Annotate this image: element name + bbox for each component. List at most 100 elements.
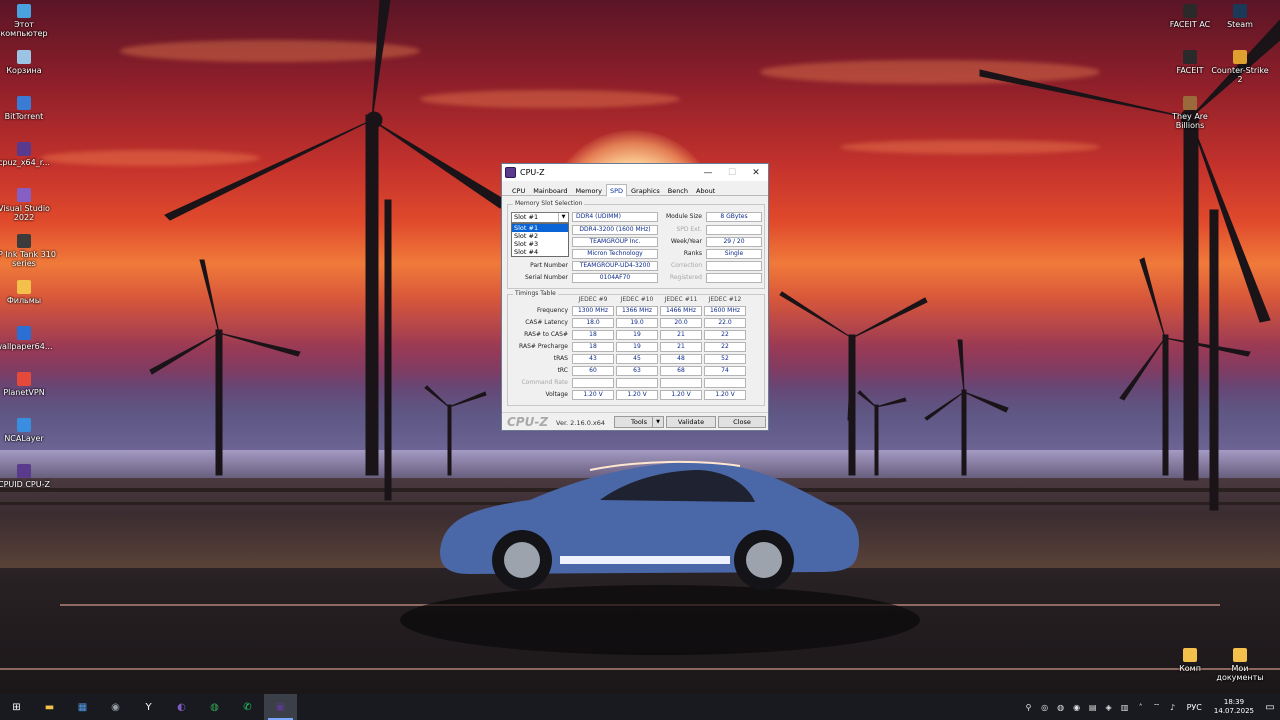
language-indicator[interactable]: РУС — [1187, 703, 1202, 712]
desktop-icon[interactable]: wallpaper64... — [0, 326, 52, 351]
chevron-up-icon[interactable]: ˄ — [1134, 700, 1148, 714]
desktop-icon-label: Counter-Strike 2 — [1211, 66, 1269, 84]
desktop-icon[interactable]: Мои документы — [1212, 648, 1268, 682]
close-window-button[interactable]: ✕ — [744, 164, 768, 181]
desktop-icon[interactable]: Visual Studio 2022 — [0, 188, 52, 222]
max-bandwidth-field: DDR4-3200 (1600 MHz) — [572, 225, 658, 235]
ncalayer-icon — [17, 418, 31, 432]
timing-cell: 48 — [660, 354, 702, 364]
timing-row-label: RAS# to CAS# — [524, 331, 568, 338]
whatsapp-icon: ✆ — [243, 701, 252, 713]
window-footer: CPU-Z Ver. 2.16.0.x64 Tools ▼ Validate C… — [502, 412, 768, 430]
timing-cell: 21 — [660, 342, 702, 352]
tools-button-label: Tools — [630, 418, 647, 426]
serial-number-field: 0104AF70 — [572, 273, 658, 283]
slot-option[interactable]: Slot #3 — [512, 240, 568, 248]
slot-option[interactable]: Slot #4 — [512, 248, 568, 256]
timing-row-label: Voltage — [545, 391, 568, 398]
speaker-icon[interactable]: ♪ — [1166, 700, 1180, 714]
tray-app-icon[interactable]: ▥ — [1118, 700, 1132, 714]
window-title: CPU-Z — [520, 168, 545, 177]
desktop-icon[interactable]: Counter-Strike 2 — [1211, 50, 1269, 84]
validate-button-label: Validate — [677, 418, 705, 426]
desktop-icon[interactable]: NCALayer — [0, 418, 52, 443]
desktop-icon[interactable]: Фильмы — [0, 280, 52, 305]
taskbar-yandex[interactable]: Y — [132, 694, 165, 720]
start-button[interactable]: ⊞ — [0, 694, 33, 720]
group-title: Memory Slot Selection — [513, 200, 585, 207]
clock[interactable]: 18:39 14.07.2025 — [1214, 698, 1254, 716]
tab-memory[interactable]: Memory — [572, 184, 606, 196]
tab-bench[interactable]: Bench — [664, 184, 692, 196]
tray-app-icon[interactable]: ▤ — [1086, 700, 1100, 714]
clock-date: 14.07.2025 — [1213, 707, 1254, 715]
tab-spd[interactable]: SPD — [605, 184, 628, 197]
notifications-icon[interactable]: ▭ — [1260, 694, 1280, 720]
timing-cell: 60 — [572, 366, 614, 376]
group-title: Timings Table — [513, 290, 558, 297]
week-year-field: 29 / 20 — [706, 237, 762, 247]
timing-cell: 1.20 V — [660, 390, 702, 400]
cpuz-window[interactable]: CPU-Z — ☐ ✕ CPU Mainboard Memory SPD Graphic… — [501, 163, 769, 431]
taskbar-app-disc[interactable]: ◉ — [99, 694, 132, 720]
timing-cell: 20.0 — [660, 318, 702, 328]
timing-cell: 1366 MHz — [616, 306, 658, 316]
taskbar-apps: ⊞ ▬ ▦ ◉ Y ◐ ◍ ✆ ▣ — [0, 694, 297, 720]
desktop-icon-label: Этот компьютер — [0, 20, 48, 38]
vpn-tray-icon[interactable]: ◎ — [1038, 700, 1052, 714]
folder-icon — [1183, 648, 1197, 662]
close-button[interactable]: Close — [718, 416, 766, 428]
timing-cell: 1300 MHz — [572, 306, 614, 316]
slot-dropdown-list[interactable]: Slot #1 Slot #2 Slot #3 Slot #4 — [511, 223, 569, 257]
timing-row-label: tRC — [557, 367, 568, 374]
timing-row-label: tRAS — [553, 355, 568, 362]
tab-mainboard[interactable]: Mainboard — [529, 184, 571, 196]
timing-cell: 74 — [704, 366, 746, 376]
timing-cell: 1.20 V — [704, 390, 746, 400]
timing-cell: 22.0 — [704, 318, 746, 328]
desktop-icon[interactable]: They Are Billions — [1162, 96, 1218, 130]
slot-option[interactable]: Slot #2 — [512, 232, 568, 240]
tray-app-icon[interactable]: ◍ — [1054, 700, 1068, 714]
taskbar-file-explorer[interactable]: ▬ — [33, 694, 66, 720]
network-icon[interactable]: ⌔ — [1150, 700, 1164, 714]
taskbar-chrome[interactable]: ◍ — [198, 694, 231, 720]
taskbar-whatsapp[interactable]: ✆ — [231, 694, 264, 720]
steam-tray-icon[interactable]: ◉ — [1070, 700, 1084, 714]
taskbar-cpuz[interactable]: ▣ — [264, 694, 297, 720]
tab-about[interactable]: About — [692, 184, 719, 196]
slot-select[interactable]: Slot #1 ▼ — [511, 212, 569, 223]
desktop-icon-label: HP Ink Tank 310 series — [0, 250, 56, 268]
timing-cell — [660, 378, 702, 388]
desktop-icon[interactable]: PlanetVPN — [0, 372, 52, 397]
taskbar-store[interactable]: ▦ — [66, 694, 99, 720]
tray-app-icon[interactable]: ◈ — [1102, 700, 1116, 714]
module-size-field: 8 GBytes — [706, 212, 762, 222]
desktop-icon[interactable]: Корзина — [0, 50, 52, 75]
timing-cell: 68 — [660, 366, 702, 376]
desktop-icon[interactable]: Этот компьютер — [0, 4, 52, 38]
desktop-icon[interactable]: cpuz_x64_r... — [0, 142, 52, 167]
tab-cpu[interactable]: CPU — [508, 184, 529, 196]
validate-button[interactable]: Validate — [666, 416, 716, 428]
location-icon[interactable]: ⚲ — [1022, 700, 1036, 714]
slot-option[interactable]: Slot #1 — [512, 224, 568, 232]
desktop-icon[interactable]: Steam — [1212, 4, 1268, 29]
cpuz-icon — [17, 464, 31, 478]
desktop-icon[interactable]: HP Ink Tank 310 series — [0, 234, 56, 268]
cpuz-icon — [17, 142, 31, 156]
timing-cell: 18 — [572, 330, 614, 340]
timing-cell: 1600 MHz — [704, 306, 746, 316]
desktop-icon[interactable]: BitTorrent — [0, 96, 52, 121]
desktop-icon[interactable]: CPUID CPU-Z — [0, 464, 52, 489]
taskbar-tor[interactable]: ◐ — [165, 694, 198, 720]
minimize-button[interactable]: — — [696, 164, 720, 181]
timing-column-header: JEDEC #12 — [708, 296, 742, 303]
timing-row-label: Command Rate — [521, 379, 568, 386]
tab-graphics[interactable]: Graphics — [627, 184, 664, 196]
maximize-button[interactable]: ☐ — [720, 164, 744, 181]
ranks-label: Ranks — [683, 250, 702, 257]
tools-dropdown-button[interactable]: ▼ — [652, 416, 664, 428]
title-bar[interactable]: CPU-Z — ☐ ✕ — [502, 164, 768, 181]
registered-field — [706, 273, 762, 283]
